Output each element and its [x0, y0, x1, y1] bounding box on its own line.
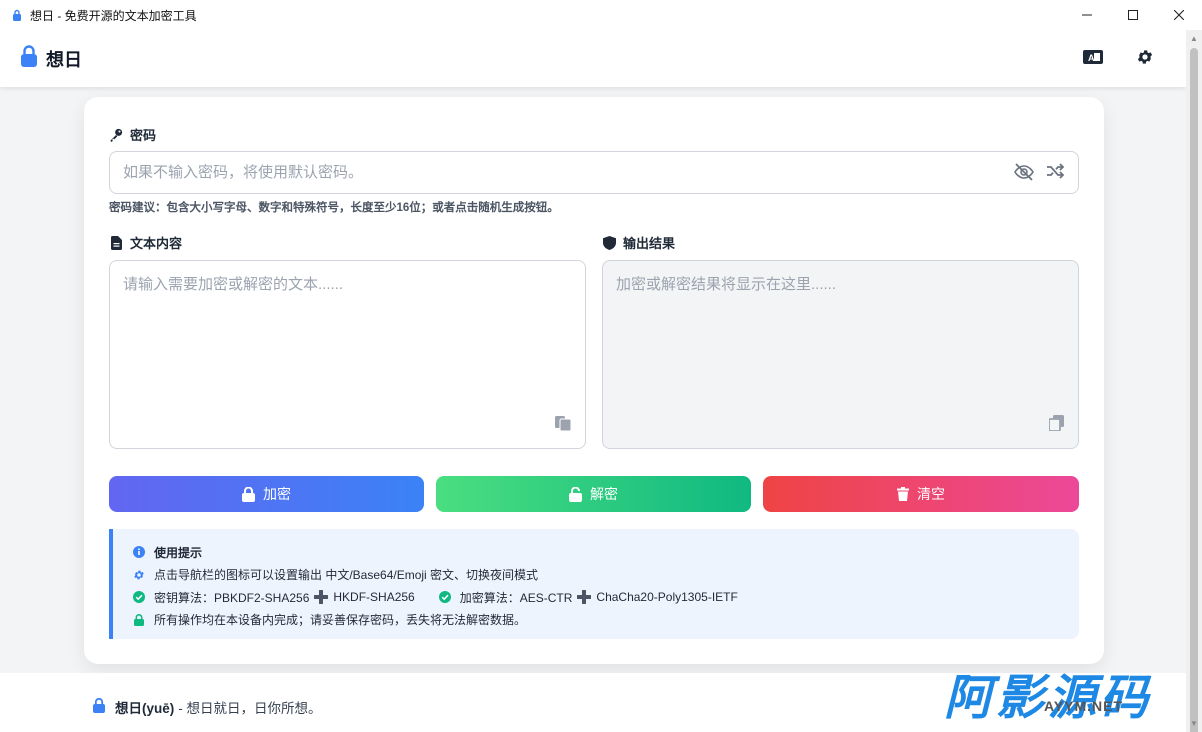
check-circle-icon — [438, 591, 451, 604]
output-textbox — [602, 260, 1079, 449]
trash-icon — [897, 487, 909, 501]
close-button[interactable] — [1156, 0, 1202, 30]
plus-icon — [314, 590, 329, 605]
minimize-button[interactable] — [1064, 0, 1110, 30]
maximize-button[interactable] — [1110, 0, 1156, 30]
shield-icon — [602, 235, 616, 250]
unlock-icon — [569, 486, 582, 502]
encrypt-button[interactable]: 加密 — [109, 476, 424, 512]
decrypt-button[interactable]: 解密 — [436, 476, 751, 512]
input-textarea[interactable] — [110, 261, 585, 448]
watermark-logo: 阿影源码 AYYM.NET — [944, 670, 1153, 726]
password-hint: 密码建议：包含大小写字母、数字和特殊符号，长度至少16位；或者点击随机生成按钮。 — [109, 202, 559, 214]
tip-settings: 点击导航栏的图标可以设置输出 中文/Base64/Emoji 密文、切换夜间模式 — [133, 564, 1079, 587]
footer-name: 想日(yuē) — [115, 701, 175, 716]
output-label: 输出结果 — [602, 233, 675, 252]
input-text-label: 文本内容 — [109, 233, 182, 252]
vertical-scrollbar[interactable]: ▲ ▼ — [1186, 30, 1202, 732]
paste-icon[interactable] — [555, 415, 572, 436]
input-textbox — [109, 260, 586, 449]
language-icon[interactable]: A — [1082, 46, 1104, 68]
check-circle-icon — [133, 591, 145, 604]
scroll-up-icon[interactable]: ▲ — [1190, 34, 1198, 43]
app-navbar: 想日 A — [0, 30, 1186, 87]
password-label: 密码 — [109, 125, 156, 144]
copy-icon[interactable] — [1048, 415, 1064, 436]
gear-icon — [133, 569, 145, 581]
password-input[interactable] — [110, 152, 990, 193]
output-textarea[interactable] — [603, 261, 1078, 448]
window-title: 想日 - 免费开源的文本加密工具 — [30, 8, 197, 23]
info-icon — [133, 546, 145, 559]
tips-heading: 使用提示 — [133, 541, 1079, 564]
window-titlebar: 想日 - 免费开源的文本加密工具 — [0, 0, 1202, 30]
tip-local: 所有操作均在本设备内完成；请妥善保存密码，丢失将无法解密数据。 — [133, 609, 1079, 632]
file-icon — [109, 235, 123, 250]
key-icon — [109, 128, 123, 142]
window-controls — [1064, 0, 1202, 30]
eye-slash-icon[interactable] — [1014, 163, 1034, 186]
gear-icon[interactable] — [1134, 46, 1156, 68]
svg-text:A: A — [1088, 53, 1095, 63]
main-card: 密码 密码建议：包含大小写字母、数字和特殊符号，长度至少16位；或者点击随机生成… — [84, 97, 1104, 664]
tip-algorithms: 密钥算法：PBKDF2-SHA256 HKDF-SHA256 加密算法：AES-… — [133, 586, 1079, 609]
shuffle-icon[interactable] — [1046, 163, 1065, 186]
brand[interactable]: 想日 — [20, 45, 82, 72]
scroll-down-icon[interactable]: ▼ — [1190, 719, 1198, 728]
lock-icon — [242, 486, 255, 502]
footer-motto: - 想日就日，日你所想。 — [178, 701, 322, 716]
lock-icon — [93, 697, 105, 716]
lock-icon — [20, 45, 38, 72]
plus-icon — [577, 590, 592, 605]
scroll-thumb[interactable] — [1190, 48, 1198, 732]
lock-icon — [10, 8, 24, 22]
clear-button[interactable]: 清空 — [763, 476, 1079, 512]
brand-title: 想日 — [46, 49, 82, 70]
usage-tips: 使用提示 点击导航栏的图标可以设置输出 中文/Base64/Emoji 密文、切… — [109, 529, 1079, 639]
lock-icon — [133, 613, 145, 626]
password-field — [109, 151, 1079, 194]
